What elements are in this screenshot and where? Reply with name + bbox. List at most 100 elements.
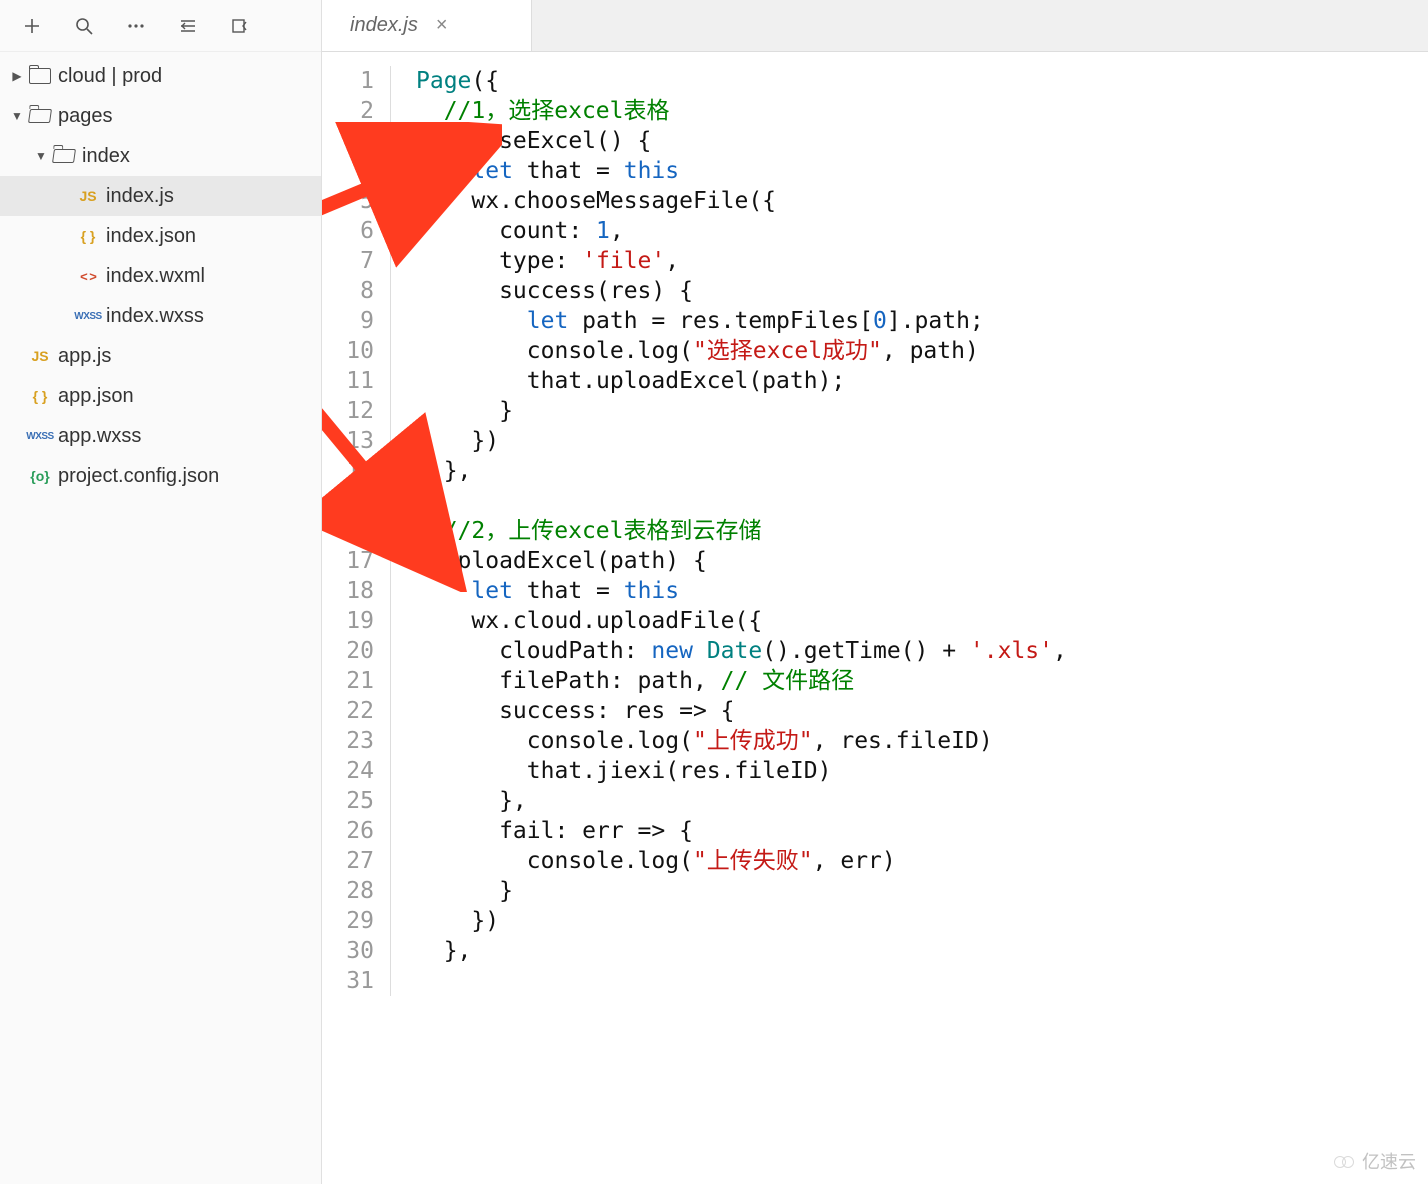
- tab-index-js[interactable]: index.js ×: [322, 0, 532, 51]
- config-icon: {ο}: [30, 468, 49, 484]
- watermark-text: 亿速云: [1362, 1148, 1416, 1174]
- folder-icon: [29, 68, 51, 84]
- json-icon: { }: [33, 388, 48, 404]
- tree-item[interactable]: WXSS app.wxss: [0, 416, 321, 456]
- code-line: type: 'file',: [416, 246, 1067, 276]
- js-icon: JS: [79, 188, 96, 204]
- line-number: 11: [322, 366, 374, 396]
- sidebar: ▶cloud | prod▼pages▼indexJSindex.js{ }in…: [0, 0, 322, 1184]
- line-number: 24: [322, 756, 374, 786]
- file-tree: ▶cloud | prod▼pages▼indexJSindex.js{ }in…: [0, 52, 321, 1184]
- line-number: 13: [322, 426, 374, 456]
- code-line: wx.cloud.uploadFile({: [416, 606, 1067, 636]
- line-number: 19: [322, 606, 374, 636]
- indent-icon[interactable]: [164, 2, 212, 50]
- line-number: 16: [322, 516, 374, 546]
- expand-arrow-icon[interactable]: ▼: [8, 109, 26, 123]
- watermark-icon: [1334, 1154, 1358, 1168]
- code-line: [416, 486, 1067, 516]
- expand-arrow-icon[interactable]: ▶: [8, 69, 26, 83]
- tree-item[interactable]: ▼ index: [0, 136, 321, 176]
- line-number: 21: [322, 666, 374, 696]
- line-number: 6: [322, 216, 374, 246]
- line-number: 5: [322, 186, 374, 216]
- code-line: let that = this: [416, 576, 1067, 606]
- tree-item-label: index: [82, 145, 130, 168]
- code-area[interactable]: 1234567891011121314151617181920212223242…: [322, 52, 1428, 1184]
- tree-item[interactable]: { }index.json: [0, 216, 321, 256]
- close-icon[interactable]: ×: [436, 14, 448, 37]
- line-number: 8: [322, 276, 374, 306]
- line-gutter: 1234567891011121314151617181920212223242…: [322, 52, 386, 1184]
- json-icon: { }: [81, 228, 96, 244]
- tree-item[interactable]: ▶cloud | prod: [0, 56, 321, 96]
- code-line: that.uploadExcel(path);: [416, 366, 1067, 396]
- wxss-icon: WXSS: [26, 431, 53, 442]
- line-number: 1: [322, 66, 374, 96]
- watermark: 亿速云: [1334, 1148, 1416, 1174]
- code-line: chooseExcel() {: [416, 126, 1067, 156]
- code-line: let path = res.tempFiles[0].path;: [416, 306, 1067, 336]
- js-icon: JS: [31, 348, 48, 364]
- tab-bar: index.js ×: [322, 0, 1428, 52]
- tree-item[interactable]: { } app.json: [0, 376, 321, 416]
- plus-icon[interactable]: [8, 2, 56, 50]
- tree-item[interactable]: {ο}project.config.json: [0, 456, 321, 496]
- code-line: }: [416, 396, 1067, 426]
- folder-open-icon: [52, 149, 76, 163]
- wxss-icon: WXSS: [74, 311, 101, 322]
- code-line: }): [416, 906, 1067, 936]
- code-line: //2，上传excel表格到云存储: [416, 516, 1067, 546]
- code-line: wx.chooseMessageFile({: [416, 186, 1067, 216]
- tree-item-label: app.wxss: [58, 425, 141, 448]
- tree-item-label: pages: [58, 105, 113, 128]
- code-content[interactable]: Page({ //1，选择excel表格 chooseExcel() { let…: [402, 52, 1067, 1184]
- code-line: success: res => {: [416, 696, 1067, 726]
- line-number: 17: [322, 546, 374, 576]
- fold-bar: [386, 52, 402, 1184]
- code-line: },: [416, 936, 1067, 966]
- line-number: 25: [322, 786, 374, 816]
- line-number: 4: [322, 156, 374, 186]
- sidebar-toolbar: [0, 0, 321, 52]
- code-line: Page({: [416, 66, 1067, 96]
- code-line: count: 1,: [416, 216, 1067, 246]
- tree-item-label: index.js: [106, 185, 174, 208]
- line-number: 20: [322, 636, 374, 666]
- tree-item-label: index.wxss: [106, 305, 204, 328]
- line-number: 31: [322, 966, 374, 996]
- wxml-icon: < >: [80, 269, 96, 284]
- code-line: success(res) {: [416, 276, 1067, 306]
- tree-item[interactable]: JS index.js: [0, 176, 321, 216]
- panel-icon[interactable]: [216, 2, 264, 50]
- folder-open-icon: [28, 109, 52, 123]
- tree-item-label: app.json: [58, 385, 134, 408]
- tab-title: index.js: [350, 14, 418, 37]
- line-number: 10: [322, 336, 374, 366]
- code-line: that.jiexi(res.fileID): [416, 756, 1067, 786]
- line-number: 9: [322, 306, 374, 336]
- tree-item-label: app.js: [58, 345, 111, 368]
- tree-item[interactable]: ▼ pages: [0, 96, 321, 136]
- code-line: cloudPath: new Date().getTime() + '.xls'…: [416, 636, 1067, 666]
- line-number: 28: [322, 876, 374, 906]
- line-number: 3: [322, 126, 374, 156]
- more-icon[interactable]: [112, 2, 160, 50]
- tree-item[interactable]: JS app.js: [0, 336, 321, 376]
- tree-item[interactable]: WXSS index.wxss: [0, 296, 321, 336]
- tree-item[interactable]: < >index.wxml: [0, 256, 321, 296]
- code-line: console.log("选择excel成功", path): [416, 336, 1067, 366]
- code-line: uploadExcel(path) {: [416, 546, 1067, 576]
- line-number: 26: [322, 816, 374, 846]
- expand-arrow-icon[interactable]: ▼: [32, 149, 50, 163]
- code-line: let that = this: [416, 156, 1067, 186]
- code-line: fail: err => {: [416, 816, 1067, 846]
- line-number: 7: [322, 246, 374, 276]
- line-number: 14: [322, 456, 374, 486]
- code-line: console.log("上传失败", err): [416, 846, 1067, 876]
- search-icon[interactable]: [60, 2, 108, 50]
- code-line: },: [416, 456, 1067, 486]
- code-line: }: [416, 876, 1067, 906]
- editor: index.js × 12345678910111213141516171819…: [322, 0, 1428, 1184]
- code-line: console.log("上传成功", res.fileID): [416, 726, 1067, 756]
